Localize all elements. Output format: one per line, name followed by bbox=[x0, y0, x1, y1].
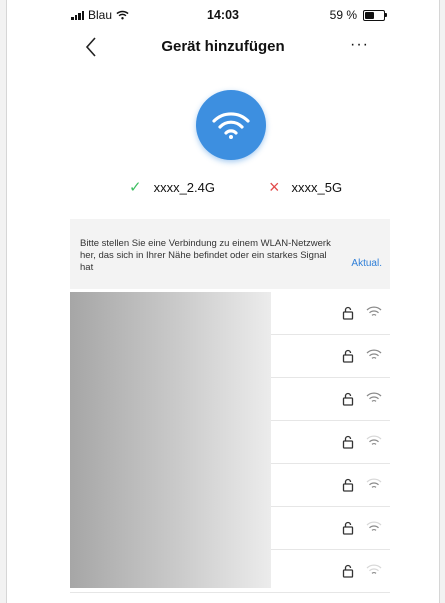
redacted-network-names bbox=[70, 292, 271, 588]
wifi-signal-icon bbox=[366, 435, 382, 445]
band-supported-label: xxxx_2.4G bbox=[153, 179, 215, 195]
check-icon: ✓ bbox=[129, 179, 142, 196]
wifi-signal-icon bbox=[366, 392, 382, 402]
wifi-signal-icon bbox=[366, 521, 382, 531]
more-options-button[interactable]: ··· bbox=[350, 36, 369, 54]
wifi-signal-icon bbox=[366, 306, 382, 316]
wifi-hero-icon bbox=[196, 90, 266, 160]
battery-percentage: 59 % bbox=[329, 8, 357, 22]
band-unsupported-label: xxxx_5G bbox=[291, 179, 343, 195]
band-supported: ✓ xxxx_2.4G bbox=[129, 178, 215, 196]
navigation-bar: Gerät hinzufügen ··· bbox=[7, 30, 439, 64]
page-title: Gerät hinzufügen bbox=[161, 38, 285, 55]
battery-icon bbox=[363, 9, 387, 21]
wifi-icon bbox=[212, 112, 250, 139]
wifi-signal-icon bbox=[366, 564, 382, 574]
battery-area: 59 % bbox=[329, 8, 387, 22]
instruction-text: Bitte stellen Sie eine Verbindung zu ein… bbox=[80, 238, 331, 273]
lock-icon bbox=[342, 564, 354, 578]
band-support: ✓ xxxx_2.4G × xxxx_5G bbox=[7, 178, 439, 200]
lock-icon bbox=[342, 521, 354, 535]
instruction-panel: Bitte stellen Sie eine Verbindung zu ein… bbox=[70, 219, 390, 289]
lock-icon bbox=[342, 435, 354, 449]
refresh-button[interactable]: Aktual. bbox=[351, 258, 382, 269]
wifi-signal-icon bbox=[366, 478, 382, 488]
band-unsupported: × xxxx_5G bbox=[269, 178, 342, 196]
lock-icon bbox=[342, 478, 354, 492]
phone-screen: Blau 14:03 59 % Gerät hinzufügen ··· ✓ x… bbox=[6, 0, 440, 603]
wifi-signal-icon bbox=[366, 349, 382, 359]
lock-icon bbox=[342, 392, 354, 406]
status-bar: Blau 14:03 59 % bbox=[7, 0, 439, 28]
cross-icon: × bbox=[269, 177, 280, 197]
lock-icon bbox=[342, 306, 354, 320]
lock-icon bbox=[342, 349, 354, 363]
